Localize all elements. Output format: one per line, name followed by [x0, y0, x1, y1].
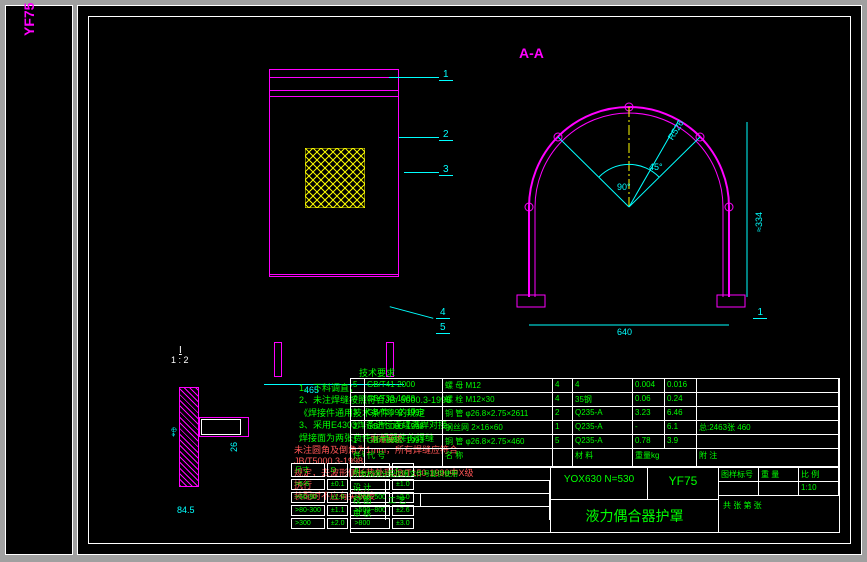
dim-90deg: 90° — [617, 182, 631, 192]
detail-view-I: I 1 : 2 ⌖⊕ 84.5 26 — [129, 367, 279, 517]
drawing-frame: A-A 465 1 2 3 4 5 — [88, 16, 851, 544]
dim-84: 84.5 — [177, 505, 195, 515]
title-block: 5GB/T41-2000螺 母 M12440.0040.016 4GB/T33-… — [350, 378, 840, 533]
scale-block: 图样标号重 量比 例 1:10 共 张 第 张 — [719, 468, 839, 532]
callout-3: 3 — [439, 164, 453, 176]
bom-row: 2GB/T3090-1998钢丝网 2×16×601Q235-A-6.1总:24… — [351, 421, 839, 435]
drawing-title: 液力偶合器护罩 — [551, 500, 718, 532]
drawing-sheet: A-A 465 1 2 3 4 5 — [77, 5, 862, 555]
bom-row: 1GB/T3092-1993铜 管 φ26.8×2.75×4605Q235-A0… — [351, 435, 839, 449]
bom-row: 5GB/T41-2000螺 母 M12440.0040.016 — [351, 379, 839, 393]
front-elevation-view: 465 — [249, 77, 409, 337]
callout-1: 1 — [439, 69, 453, 81]
dim-sym: ⌖⊕ — [169, 427, 179, 437]
section-label: A-A — [519, 45, 544, 61]
detail-scale: 1 : 2 — [171, 355, 189, 365]
dim-334: ≈334 — [754, 212, 764, 232]
wire-mesh — [305, 148, 365, 208]
drawing-number: YF75 — [648, 468, 718, 499]
cabinet-outline — [269, 77, 399, 277]
callout-1b: 1 — [753, 307, 767, 319]
signature-block: 所有权限分配仅限文件号提供使用 设 计 校 图工 艺 审 核 — [351, 468, 551, 532]
product-code: YOX630 N=530 — [551, 468, 648, 499]
section-a-a-view: 90° 45° R526 640 ≈334 1 — [499, 67, 759, 347]
callout-2: 2 — [439, 129, 453, 141]
dim-640: 640 — [617, 327, 632, 337]
bom-header: 件号代 号名 称材 料重量kg附 注 — [351, 449, 839, 467]
dim-45deg: 45° — [649, 162, 663, 172]
callout-5: 5 — [436, 322, 450, 334]
bom-row: 4GB/T33-1988螺 栓 M12×30435钢0.060.24 — [351, 393, 839, 407]
bom-row: 3GB/T3092-1993铜 管 φ26.8×2.75×26112Q235-A… — [351, 407, 839, 421]
drawing-code-vertical: YF75 — [21, 3, 37, 36]
dim-26: 26 — [229, 442, 239, 452]
callout-4: 4 — [436, 307, 450, 319]
